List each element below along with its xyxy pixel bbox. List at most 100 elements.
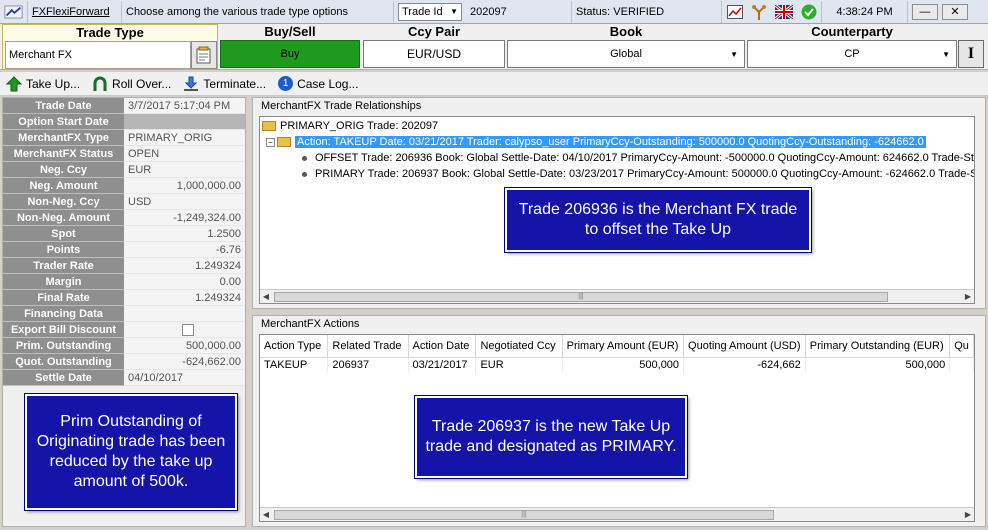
ccy-pair-field[interactable]: EUR/USD bbox=[363, 40, 505, 68]
field-row: Non-Neg. Amount -1,249,324.00 bbox=[3, 210, 245, 226]
buy-sell-section: Buy/Sell Buy bbox=[220, 24, 360, 70]
check-circle-icon[interactable] bbox=[801, 4, 817, 20]
field-row: Trader Rate 1.249324 bbox=[3, 258, 245, 274]
trade-details-panel: Trade Date 3/7/2017 5:17:04 PM Option Star… bbox=[2, 97, 246, 527]
column-header[interactable]: Primary Outstanding (EUR) bbox=[805, 335, 951, 358]
field-value[interactable]: OPEN bbox=[124, 146, 245, 162]
column-header[interactable]: Related Trade bbox=[327, 335, 409, 358]
trade-type-title: Trade Type bbox=[76, 25, 144, 40]
table-cell: -624,662 bbox=[683, 357, 806, 373]
field-label: MerchantFX Type bbox=[3, 130, 124, 146]
callout-prim-outstanding: Prim Outstanding of Originating trade ha… bbox=[24, 393, 238, 511]
field-value[interactable]: -624,662.00 bbox=[124, 354, 245, 370]
field-value[interactable]: 1,000,000.00 bbox=[124, 178, 245, 194]
field-label: Spot bbox=[3, 226, 124, 242]
column-header[interactable]: Action Type bbox=[260, 335, 329, 358]
scroll-right-icon[interactable]: ▶ bbox=[962, 290, 974, 303]
tree-action-node[interactable]: − Action: TAKEUP Date: 03/21/2017 Trader:… bbox=[266, 135, 926, 150]
trade-id-selector[interactable]: Trade Id ▼ bbox=[398, 2, 462, 21]
relationships-hscrollbar[interactable]: ◀ ||| ▶ bbox=[260, 289, 974, 303]
field-label: MerchantFX Status bbox=[3, 146, 124, 162]
field-value[interactable]: 0.00 bbox=[124, 274, 245, 290]
field-row: Settle Date 04/10/2017 bbox=[3, 370, 245, 386]
scroll-left-icon[interactable]: ◀ bbox=[260, 290, 272, 303]
scroll-thumb[interactable]: ||| bbox=[274, 292, 888, 302]
field-value[interactable]: -6.76 bbox=[124, 242, 245, 258]
counterparty-select[interactable]: CP ▼ bbox=[747, 40, 957, 68]
field-value[interactable]: -1,249,324.00 bbox=[124, 210, 245, 226]
field-label: Neg. Ccy bbox=[3, 162, 124, 178]
field-value[interactable] bbox=[124, 306, 245, 322]
table-header-row: Action Type Related Trade Action Date Negot… bbox=[260, 335, 974, 358]
chevron-down-icon: ▼ bbox=[942, 49, 950, 59]
field-value[interactable]: 1.249324 bbox=[124, 290, 245, 306]
roll-over-icon bbox=[93, 76, 107, 91]
field-value[interactable]: 1.249324 bbox=[124, 258, 245, 274]
field-row: Non-Neg. Ccy USD bbox=[3, 194, 245, 210]
terminate-button[interactable]: Terminate... bbox=[183, 76, 266, 92]
status-text: Status: VERIFIED bbox=[572, 0, 722, 23]
leaf-bullet-icon bbox=[302, 155, 307, 161]
leaf-bullet-icon bbox=[302, 171, 307, 177]
actions-table: Action Type Related Trade Action Date Negot… bbox=[260, 335, 974, 373]
close-button[interactable]: ✕ bbox=[942, 3, 968, 20]
take-up-button[interactable]: Take Up... bbox=[6, 75, 80, 92]
counterparty-section: Counterparty CP ▼ bbox=[747, 24, 957, 70]
scroll-left-icon[interactable]: ◀ bbox=[260, 508, 272, 521]
status-icons bbox=[722, 0, 822, 23]
case-log-button[interactable]: 1 Case Log... bbox=[278, 76, 358, 91]
column-header[interactable]: Negotiated Ccy bbox=[475, 335, 563, 358]
trade-id-label: Trade Id bbox=[402, 5, 443, 18]
trade-id-value[interactable]: 202097 bbox=[466, 0, 572, 23]
field-value[interactable] bbox=[124, 114, 245, 130]
field-value[interactable]: 04/10/2017 bbox=[124, 370, 245, 386]
export-bill-discount-checkbox[interactable] bbox=[182, 324, 194, 336]
text-cursor-icon: I bbox=[967, 45, 975, 62]
field-value[interactable]: 3/7/2017 5:17:04 PM bbox=[124, 98, 245, 114]
counterparty-value: CP bbox=[844, 48, 860, 60]
scroll-right-icon[interactable]: ▶ bbox=[962, 508, 974, 521]
field-row: Financing Data bbox=[3, 306, 245, 322]
column-header[interactable]: Qu bbox=[949, 335, 974, 358]
field-value[interactable] bbox=[124, 322, 245, 338]
app-menu-icon[interactable] bbox=[0, 0, 28, 23]
tree-offset-node[interactable]: OFFSET Trade: 206936 Book: Global Settle… bbox=[302, 151, 974, 166]
fork-icon[interactable] bbox=[751, 4, 767, 20]
actions-hscrollbar[interactable]: ◀ ||| ▶ bbox=[260, 507, 974, 521]
table-cell: EUR bbox=[475, 357, 563, 373]
buy-sell-toggle[interactable]: Buy bbox=[220, 40, 360, 68]
field-value[interactable]: EUR bbox=[124, 162, 245, 178]
info-button[interactable]: I bbox=[958, 40, 984, 68]
flag-uk-icon[interactable] bbox=[774, 4, 793, 19]
close-icon: ✕ bbox=[950, 6, 960, 18]
table-row[interactable]: TAKEUP 206937 03/21/2017 EUR 500,000 -624,662… bbox=[260, 357, 974, 373]
notepad-button[interactable] bbox=[191, 41, 217, 69]
scroll-thumb[interactable]: ||| bbox=[274, 510, 774, 520]
app-name[interactable]: FXFlexiForward bbox=[28, 0, 122, 23]
field-label: Non-Neg. Amount bbox=[3, 210, 124, 226]
trade-type-field[interactable]: Merchant FX bbox=[5, 41, 191, 69]
folder-icon bbox=[277, 137, 291, 148]
book-select[interactable]: Global ▼ bbox=[507, 40, 745, 68]
field-value[interactable]: PRIMARY_ORIG bbox=[124, 130, 245, 146]
folder-icon bbox=[262, 121, 276, 132]
field-label: Settle Date bbox=[3, 370, 124, 386]
column-header[interactable]: Primary Amount (EUR) bbox=[562, 335, 685, 358]
clock: 4:38:24 PM bbox=[822, 0, 908, 23]
column-header[interactable]: Action Date bbox=[408, 335, 477, 358]
minimize-button[interactable]: — bbox=[912, 3, 938, 20]
tree-root[interactable]: PRIMARY_ORIG Trade: 202097 bbox=[262, 119, 438, 134]
roll-over-button[interactable]: Roll Over... bbox=[92, 76, 171, 92]
chart-icon[interactable] bbox=[726, 4, 743, 19]
field-value[interactable]: 1.2500 bbox=[124, 226, 245, 242]
ccy-pair-title: Ccy Pair bbox=[407, 24, 461, 39]
roll-over-label: Roll Over... bbox=[112, 76, 172, 91]
field-label: Trade Date bbox=[3, 98, 124, 114]
buy-sell-title: Buy/Sell bbox=[264, 24, 316, 39]
field-label: Option Start Date bbox=[3, 114, 124, 130]
ccy-pair-section: Ccy Pair EUR/USD bbox=[363, 24, 505, 70]
field-value[interactable]: USD bbox=[124, 194, 245, 210]
column-header[interactable]: Quoting Amount (USD) bbox=[683, 335, 806, 358]
field-value[interactable]: 500,000.00 bbox=[124, 338, 245, 354]
tree-primary-node[interactable]: PRIMARY Trade: 206937 Book: Global Settl… bbox=[302, 167, 974, 182]
